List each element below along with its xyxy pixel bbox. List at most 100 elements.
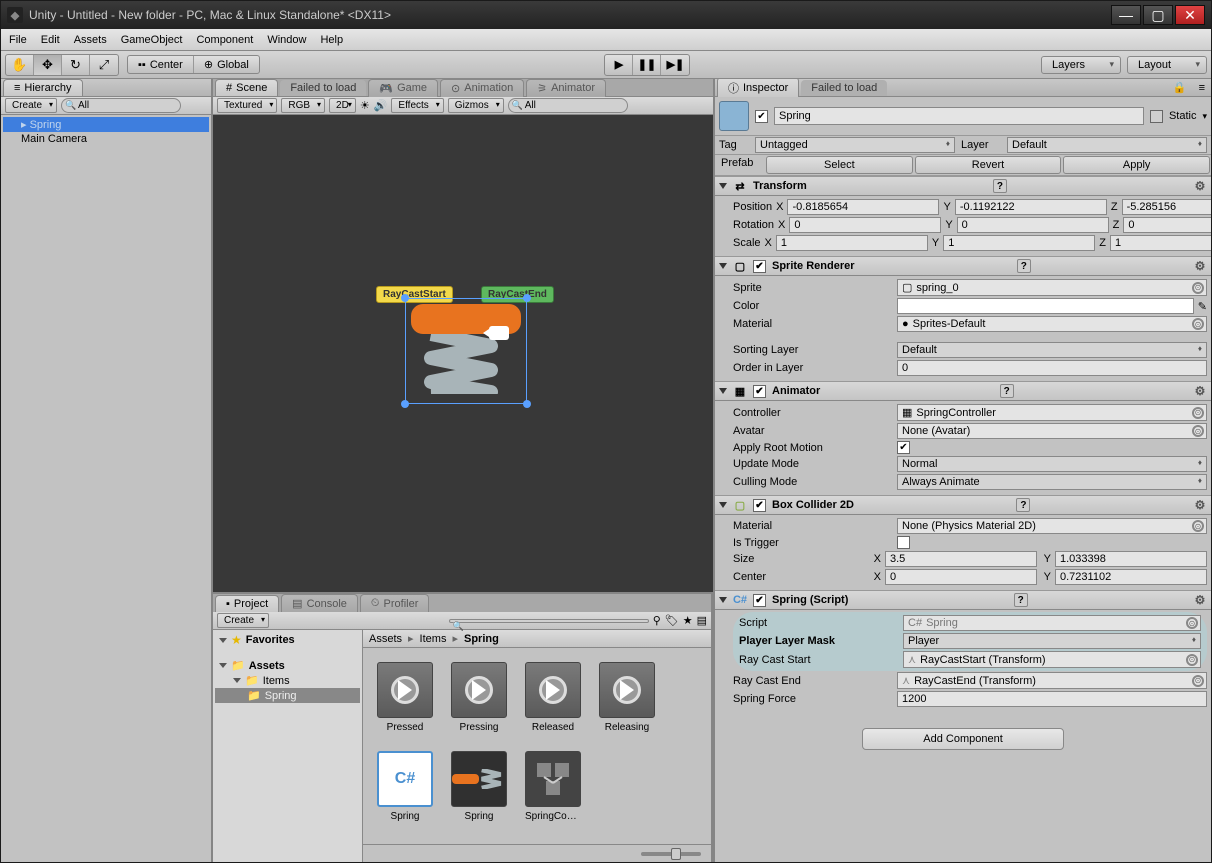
static-dropdown-icon[interactable]: ▾ [1202, 111, 1207, 122]
center-y-input[interactable] [1055, 569, 1207, 585]
raystart-field[interactable]: ⋏RayCastStart (Transform)⊙ [903, 651, 1201, 668]
trigger-checkbox[interactable] [897, 536, 910, 549]
2d-toggle[interactable]: 2D [329, 98, 356, 113]
rot-y-input[interactable] [957, 217, 1109, 233]
object-picker-icon[interactable]: ⊙ [1192, 425, 1204, 437]
asset-springcontroller[interactable]: SpringCont... [525, 751, 581, 822]
hand-tool[interactable]: ✋ [6, 55, 34, 75]
game-tab[interactable]: 🎮Game [368, 79, 438, 97]
gear-icon[interactable]: ⚙ [1193, 498, 1207, 512]
items-node[interactable]: 📁Items [215, 673, 360, 688]
prefab-apply-button[interactable]: Apply [1063, 156, 1210, 174]
maximize-button[interactable]: ▢ [1143, 5, 1173, 25]
inspector-tab[interactable]: ⓘInspector [717, 79, 799, 98]
collapse-icon[interactable] [719, 183, 727, 189]
spring-force-input[interactable] [897, 691, 1207, 707]
effects-dropdown[interactable]: Effects [391, 98, 443, 113]
collapse-icon[interactable] [719, 597, 727, 603]
menu-help[interactable]: Help [320, 34, 343, 46]
project-tab[interactable]: ▪Project [215, 595, 279, 612]
pause-button[interactable]: ❚❚ [633, 55, 661, 75]
object-picker-icon[interactable]: ⊙ [1192, 520, 1204, 532]
asset-released[interactable]: Released [525, 662, 581, 733]
step-button[interactable]: ▶❚ [661, 55, 689, 75]
gameobject-name-input[interactable] [774, 107, 1144, 125]
collapse-icon[interactable] [719, 502, 727, 508]
spring-folder-node[interactable]: 📁Spring [215, 688, 360, 703]
rgb-dropdown[interactable]: RGB [281, 98, 325, 113]
object-picker-icon[interactable]: ⊙ [1192, 318, 1204, 330]
sorting-layer-dropdown[interactable]: Default [897, 342, 1207, 358]
boxcol-enabled[interactable]: ✔ [753, 499, 766, 512]
scale-z-input[interactable] [1110, 235, 1211, 251]
rayend-field[interactable]: ⋏RayCastEnd (Transform)⊙ [897, 672, 1207, 689]
hierarchy-search[interactable]: All [61, 98, 181, 113]
assets-node[interactable]: 📁Assets [215, 658, 360, 673]
asset-releasing[interactable]: Releasing [599, 662, 655, 733]
scene-search[interactable]: All [508, 98, 628, 113]
gear-icon[interactable]: ⚙ [1193, 179, 1207, 193]
rot-x-input[interactable] [789, 217, 941, 233]
light-icon[interactable]: ☀ [360, 99, 370, 112]
menu-window[interactable]: Window [267, 34, 306, 46]
menu-component[interactable]: Component [196, 34, 253, 46]
order-input[interactable] [897, 360, 1207, 376]
object-picker-icon[interactable]: ⊙ [1192, 675, 1204, 687]
sprite-renderer-enabled[interactable]: ✔ [753, 260, 766, 273]
close-button[interactable]: ✕ [1175, 5, 1205, 25]
help-icon[interactable]: ? [1017, 259, 1031, 273]
bc-assets[interactable]: Assets [369, 633, 402, 645]
project-search[interactable] [449, 619, 649, 623]
sel-handle-tl[interactable] [401, 294, 409, 302]
object-picker-icon[interactable]: ⊙ [1186, 654, 1198, 666]
pos-y-input[interactable] [955, 199, 1107, 215]
gizmos-dropdown[interactable]: Gizmos [448, 98, 504, 113]
asset-pressing[interactable]: Pressing [451, 662, 507, 733]
animation-tab[interactable]: ⊙Animation [440, 79, 524, 97]
eyedropper-icon[interactable]: ✎ [1198, 300, 1207, 313]
layer-mask-dropdown[interactable]: Player [903, 633, 1201, 649]
controller-field[interactable]: ▦SpringController⊙ [897, 404, 1207, 421]
scale-tool[interactable]: ⤢ [90, 55, 118, 75]
menu-gameobject[interactable]: GameObject [121, 34, 183, 46]
update-mode-dropdown[interactable]: Normal [897, 456, 1207, 472]
play-button[interactable]: ▶ [605, 55, 633, 75]
favorites-node[interactable]: ★Favorites [215, 632, 360, 648]
size-x-input[interactable] [885, 551, 1037, 567]
help-icon[interactable]: ? [993, 179, 1007, 193]
pos-z-input[interactable] [1122, 199, 1211, 215]
help-icon[interactable]: ? [1014, 593, 1028, 607]
scene-view[interactable]: RayCastStart RayCastEnd [213, 115, 713, 592]
menu-assets[interactable]: Assets [74, 34, 107, 46]
animator-tab[interactable]: ⚞Animator [526, 79, 606, 97]
prefab-select-button[interactable]: Select [766, 156, 913, 174]
rotate-tool[interactable]: ↻ [62, 55, 90, 75]
animator-enabled[interactable]: ✔ [753, 385, 766, 398]
asset-size-slider[interactable] [641, 852, 701, 856]
help-icon[interactable]: ? [1000, 384, 1014, 398]
scene-tab[interactable]: #Scene [215, 79, 278, 96]
hierarchy-tab[interactable]: ≡ Hierarchy [3, 79, 83, 96]
render-mode-dropdown[interactable]: Textured [217, 98, 277, 113]
save-search-icon[interactable]: ▤ [697, 614, 707, 627]
gear-icon[interactable]: ⚙ [1193, 259, 1207, 273]
culling-mode-dropdown[interactable]: Always Animate [897, 474, 1207, 490]
hierarchy-item-maincamera[interactable]: Main Camera [3, 132, 209, 146]
profiler-tab[interactable]: ⏲Profiler [360, 594, 429, 612]
layout-dropdown[interactable]: Layout [1127, 56, 1207, 74]
collapse-icon[interactable] [719, 388, 727, 394]
root-motion-checkbox[interactable]: ✔ [897, 441, 910, 454]
collapse-icon[interactable] [719, 263, 727, 269]
material-field[interactable]: ●Sprites-Default⊙ [897, 316, 1207, 332]
filter-icon[interactable]: ⚲ [653, 614, 661, 627]
move-tool[interactable]: ✥ [34, 55, 62, 75]
pivot-center[interactable]: ▪▪Center [128, 56, 194, 73]
asset-pressed[interactable]: Pressed [377, 662, 433, 733]
layer-dropdown[interactable]: Default [1007, 137, 1207, 153]
filter-type-icon[interactable]: 🏷 [665, 614, 679, 627]
pivot-global[interactable]: ⊕Global [194, 56, 259, 73]
gear-icon[interactable]: ⚙ [1193, 384, 1207, 398]
sel-handle-bl[interactable] [401, 400, 409, 408]
gear-icon[interactable]: ⚙ [1193, 593, 1207, 607]
inspector-failed-tab[interactable]: Failed to load [801, 80, 887, 96]
